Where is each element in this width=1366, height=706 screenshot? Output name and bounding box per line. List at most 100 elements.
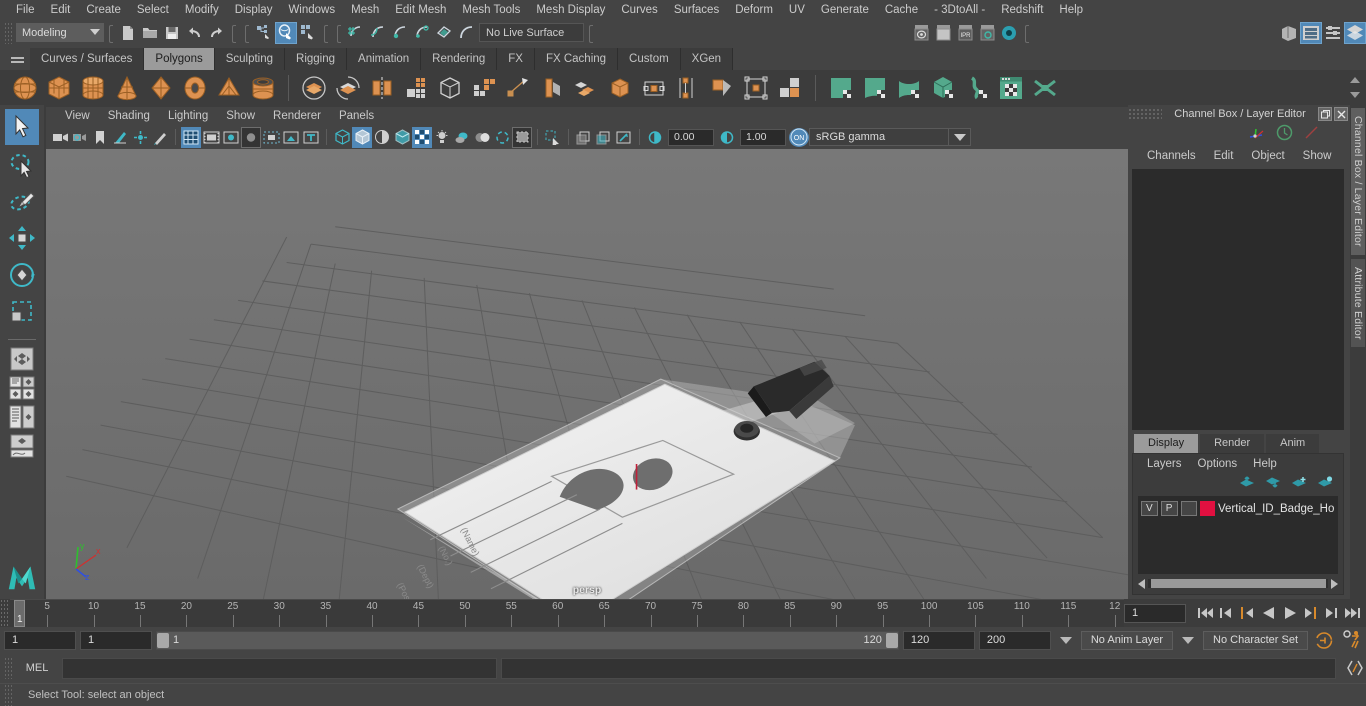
save-scene-icon[interactable] [161, 22, 183, 44]
make-live-icon[interactable] [455, 22, 477, 44]
rotate-tool-icon[interactable] [5, 257, 39, 293]
viewport-menu-show[interactable]: Show [217, 110, 264, 122]
menu-item-cache[interactable]: Cache [877, 0, 926, 20]
menu-set-selector[interactable]: Modeling [16, 23, 104, 42]
show-hide-attribute-editor-icon[interactable] [1300, 21, 1322, 44]
poly-bridge-icon[interactable] [637, 72, 671, 104]
snap-to-curve-icon[interactable] [367, 22, 389, 44]
axis-gizmo-icon[interactable] [1248, 125, 1266, 144]
exposure-field[interactable]: 0.00 [668, 128, 714, 146]
play-forwards-icon[interactable] [1280, 603, 1299, 623]
motion-blur-icon[interactable] [492, 127, 512, 148]
color-management-toggle-icon[interactable]: ON [789, 127, 809, 147]
step-forward-frame-icon[interactable] [1301, 603, 1320, 623]
menu-item-create[interactable]: Create [78, 0, 129, 20]
snap-to-projected-center-icon[interactable] [411, 22, 433, 44]
render-region-icon[interactable] [932, 22, 954, 44]
show-hide-modeling-toolkit-icon[interactable] [1278, 22, 1300, 44]
shelf-tab-fx-caching[interactable]: FX Caching [534, 48, 619, 70]
menu-item-windows[interactable]: Windows [280, 0, 343, 20]
layer-name-label[interactable]: Vertical_ID_Badge_Hol [1218, 503, 1335, 515]
layer-visibility-toggle[interactable]: V [1141, 501, 1158, 516]
clock-icon[interactable] [1276, 124, 1293, 144]
scroll-left-icon[interactable] [1138, 578, 1145, 589]
shelf-tab-xgen[interactable]: XGen [680, 48, 734, 70]
grid-toggle-icon[interactable] [181, 126, 201, 148]
bookmark-icon[interactable] [90, 127, 110, 148]
select-tool-icon[interactable] [5, 109, 39, 145]
shelf-scroll-down-icon[interactable] [1350, 91, 1360, 98]
shaded-wireframe-icon[interactable] [372, 127, 392, 148]
paint-select-tool-icon[interactable] [5, 183, 39, 219]
film-origin-icon[interactable] [261, 127, 281, 148]
step-back-keyframe-icon[interactable] [1217, 603, 1236, 623]
hypershade-icon[interactable] [998, 22, 1020, 44]
uv-automatic-icon[interactable] [926, 72, 960, 104]
poly-quad-draw-icon[interactable] [603, 72, 637, 104]
poly-duplicate-face-icon[interactable] [739, 72, 773, 104]
poly-bevel-icon[interactable] [501, 72, 535, 104]
layer-tab-render[interactable]: Render [1200, 434, 1265, 453]
shelf-tab-polygons[interactable]: Polygons [144, 48, 215, 70]
smooth-shade-icon[interactable] [352, 126, 372, 148]
resolution-gate-icon[interactable] [221, 127, 241, 148]
channel-box-menu-channels[interactable]: Channels [1138, 150, 1205, 162]
open-scene-icon[interactable] [139, 22, 161, 44]
layer-color-swatch[interactable] [1200, 501, 1215, 516]
animation-start-field[interactable]: 1 [4, 630, 76, 650]
uv-spherical-icon[interactable] [892, 72, 926, 104]
menu-item-mesh[interactable]: Mesh [343, 0, 387, 20]
safe-title-icon[interactable] [301, 127, 321, 148]
layer-row[interactable]: V P Vertical_ID_Badge_Hol [1138, 499, 1338, 518]
playback-start-field[interactable]: 1 [80, 630, 152, 650]
show-hide-tool-settings-icon[interactable] [1322, 22, 1344, 44]
gate-mask-icon[interactable] [241, 126, 261, 148]
live-surface-field[interactable]: No Live Surface [479, 23, 584, 42]
close-icon[interactable] [1334, 107, 1348, 121]
channel-box-attribute-list[interactable] [1132, 169, 1344, 430]
layer-playback-toggle[interactable]: P [1160, 501, 1178, 516]
poly-extrude-icon[interactable] [467, 72, 501, 104]
menu-item-edit[interactable]: Edit [43, 0, 79, 20]
uv-contour-stretch-icon[interactable] [960, 72, 994, 104]
menu-item-uv[interactable]: UV [781, 0, 813, 20]
scrollbar-thumb[interactable] [1151, 579, 1326, 588]
use-all-lights-icon[interactable] [432, 127, 452, 148]
slash-icon[interactable] [1303, 124, 1320, 144]
poly-wedge-icon[interactable] [705, 72, 739, 104]
multisample-icon[interactable] [512, 126, 532, 148]
viewport-menu-lighting[interactable]: Lighting [159, 110, 217, 122]
poly-smooth-icon[interactable] [399, 72, 433, 104]
scale-tool-icon[interactable] [5, 294, 39, 330]
current-frame-field[interactable]: 1 [1124, 603, 1186, 623]
character-set-dropdown-icon[interactable] [1182, 636, 1195, 644]
scrollbar-track[interactable] [1148, 579, 1328, 588]
gamma-field[interactable]: 1.00 [740, 128, 786, 146]
animation-preferences-icon[interactable] [1340, 629, 1366, 651]
channel-box-menu-edit[interactable]: Edit [1205, 150, 1243, 162]
script-editor-icon[interactable] [1344, 658, 1366, 679]
viewport-menu-renderer[interactable]: Renderer [264, 110, 330, 122]
shadows-icon[interactable] [452, 127, 472, 148]
menu-item-redshift[interactable]: Redshift [993, 0, 1051, 20]
poly-pyramid-icon[interactable] [212, 72, 246, 104]
layer-tab-display[interactable]: Display [1134, 434, 1199, 453]
xray-icon[interactable] [574, 127, 594, 148]
help-line-grip[interactable] [4, 683, 12, 706]
two-d-pan-zoom-icon[interactable] [130, 127, 150, 148]
select-by-object-icon[interactable] [275, 21, 297, 44]
shelf-menu-icon[interactable] [4, 46, 30, 70]
tab-channel-box-layer-editor[interactable]: Channel Box / Layer Editor [1351, 108, 1365, 255]
uv-unfold-icon[interactable] [1028, 72, 1062, 104]
ipr-render-icon[interactable]: IPR [954, 22, 976, 44]
time-slider-ruler[interactable]: 1 5 10 15 20 25 30 35 40 45 50 55 60 65 70 75 80 85 90 95 1… [10, 599, 1124, 627]
channel-box-menu-show[interactable]: Show [1294, 150, 1341, 162]
menu-item-surfaces[interactable]: Surfaces [666, 0, 727, 20]
poly-multicut-icon[interactable] [535, 72, 569, 104]
new-layer-from-selected-icon[interactable] [1317, 476, 1333, 492]
poly-platonic-icon[interactable] [144, 72, 178, 104]
four-view-layout-icon[interactable] [5, 375, 39, 401]
anim-layer-dropdown-icon[interactable] [1059, 636, 1072, 644]
scroll-right-icon[interactable] [1331, 578, 1338, 589]
new-scene-icon[interactable] [117, 22, 139, 44]
